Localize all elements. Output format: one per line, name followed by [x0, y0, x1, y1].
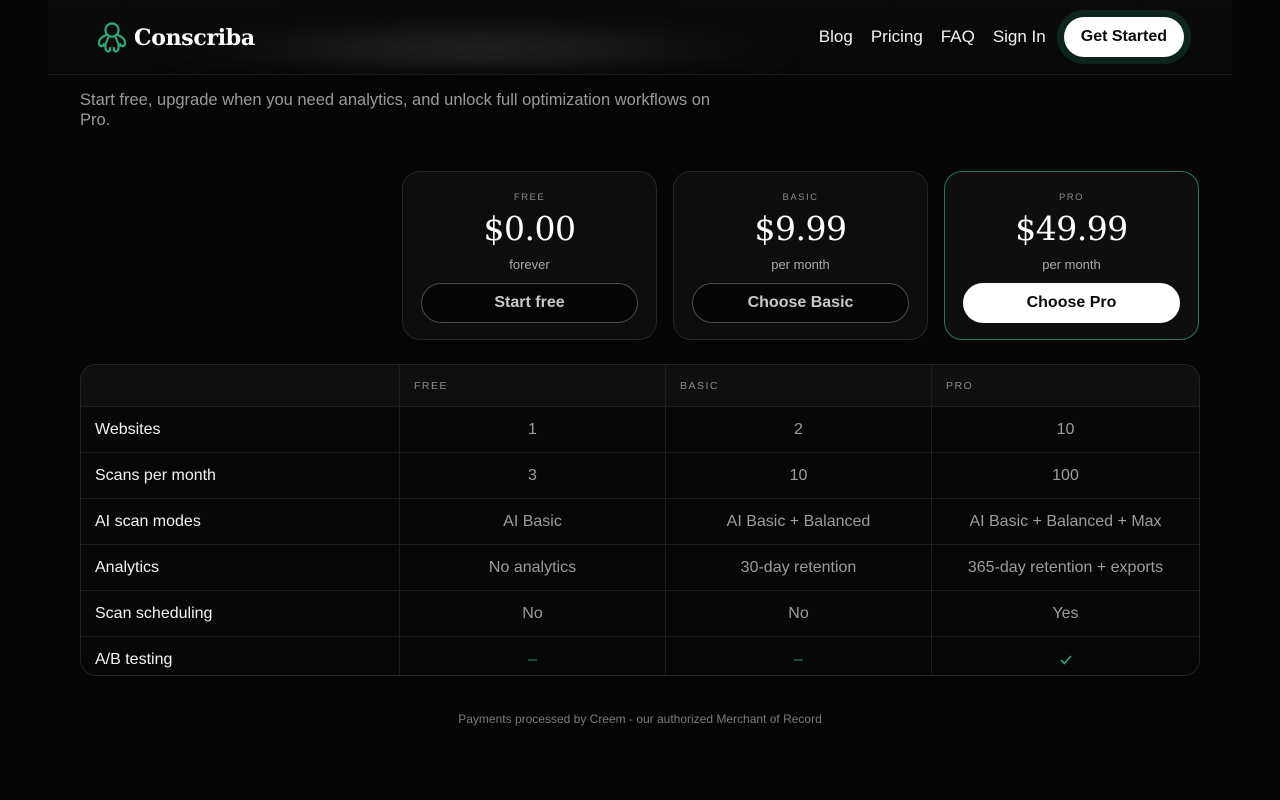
choose-basic-button[interactable]: Choose Basic — [692, 283, 909, 323]
plan-card-pro: PRO $49.99 per month Choose Pro — [944, 171, 1199, 340]
choose-pro-button[interactable]: Choose Pro — [963, 283, 1180, 323]
basic-value: AI Basic + Balanced — [666, 499, 932, 544]
table-row: Analytics No analytics 30-day retention … — [81, 545, 1199, 591]
table-row: AI scan modes AI Basic AI Basic + Balanc… — [81, 499, 1199, 545]
main-nav: Blog Pricing FAQ Sign In Get Started — [819, 17, 1184, 57]
table-row: Scans per month 3 10 100 — [81, 453, 1199, 499]
brand-name: Conscriba — [134, 25, 255, 51]
free-value: No analytics — [400, 545, 666, 590]
not-included-dash: – — [528, 650, 537, 668]
free-value: No — [400, 591, 666, 636]
free-value: AI Basic — [400, 499, 666, 544]
check-icon — [1060, 655, 1071, 664]
basic-value: 10 — [666, 453, 932, 498]
brand-logo[interactable]: Conscriba — [96, 20, 255, 56]
plan-period: per month — [771, 257, 830, 272]
plan-price: $9.99 — [754, 209, 847, 248]
basic-value: No — [666, 591, 932, 636]
plan-price: $0.00 — [483, 209, 576, 248]
pro-value: Yes — [1052, 604, 1079, 622]
octopus-logo-icon — [97, 22, 127, 53]
feature-label: Websites — [81, 407, 400, 452]
plan-card-free: FREE $0.00 forever Start free — [402, 171, 657, 340]
plan-comparison-table: FREE BASIC PRO Websites 1 2 10 Scans per… — [80, 364, 1200, 676]
table-header-empty — [81, 365, 400, 406]
feature-label: A/B testing — [81, 637, 400, 675]
plan-price: $49.99 — [1015, 209, 1128, 248]
plan-period: forever — [509, 257, 550, 272]
table-row: Scan scheduling No No Yes — [81, 591, 1199, 637]
free-value: 1 — [400, 407, 666, 452]
table-header-pro: PRO — [946, 379, 974, 392]
basic-value: – — [666, 637, 932, 675]
table-header-free: FREE — [400, 365, 666, 406]
free-value: 3 — [400, 453, 666, 498]
pro-value — [932, 637, 1199, 675]
table-header-row: FREE BASIC PRO — [81, 365, 1199, 407]
not-included-dash: – — [794, 650, 803, 668]
get-started-button[interactable]: Get Started — [1063, 17, 1184, 57]
nav-pricing-link[interactable]: Pricing — [871, 27, 923, 47]
feature-label: AI scan modes — [81, 499, 400, 544]
plan-period: per month — [1042, 257, 1101, 272]
pro-value: 100 — [1052, 466, 1079, 484]
plan-kicker: BASIC — [782, 192, 819, 203]
basic-value: 2 — [666, 407, 932, 452]
nav-blog-link[interactable]: Blog — [819, 27, 853, 47]
plan-kicker: FREE — [513, 192, 546, 203]
pro-value: 365-day retention + exports — [967, 558, 1164, 576]
table-header-basic: BASIC — [666, 365, 932, 406]
pro-value: AI Basic + Balanced + Max — [969, 512, 1162, 530]
table-row: A/B testing – – — [81, 637, 1199, 675]
pro-value: 10 — [1056, 420, 1075, 438]
start-free-button[interactable]: Start free — [421, 283, 638, 323]
site-header: Conscriba Blog Pricing FAQ Sign In Get S… — [48, 0, 1232, 75]
free-value: – — [400, 637, 666, 675]
feature-label: Analytics — [81, 545, 400, 590]
feature-label: Scan scheduling — [81, 591, 400, 636]
feature-label: Scans per month — [81, 453, 400, 498]
nav-faq-link[interactable]: FAQ — [941, 27, 975, 47]
nav-sign-in-link[interactable]: Sign In — [993, 27, 1046, 47]
basic-value: 30-day retention — [666, 545, 932, 590]
blurred-background-heading — [168, 18, 788, 70]
payment-footer-note: Payments processed by Creem - our author… — [458, 712, 822, 726]
plan-kicker: PRO — [1058, 192, 1085, 203]
page-subtitle: Start free, upgrade when you need analyt… — [80, 91, 711, 129]
plan-card-basic: BASIC $9.99 per month Choose Basic — [673, 171, 928, 340]
table-row: Websites 1 2 10 — [81, 407, 1199, 453]
